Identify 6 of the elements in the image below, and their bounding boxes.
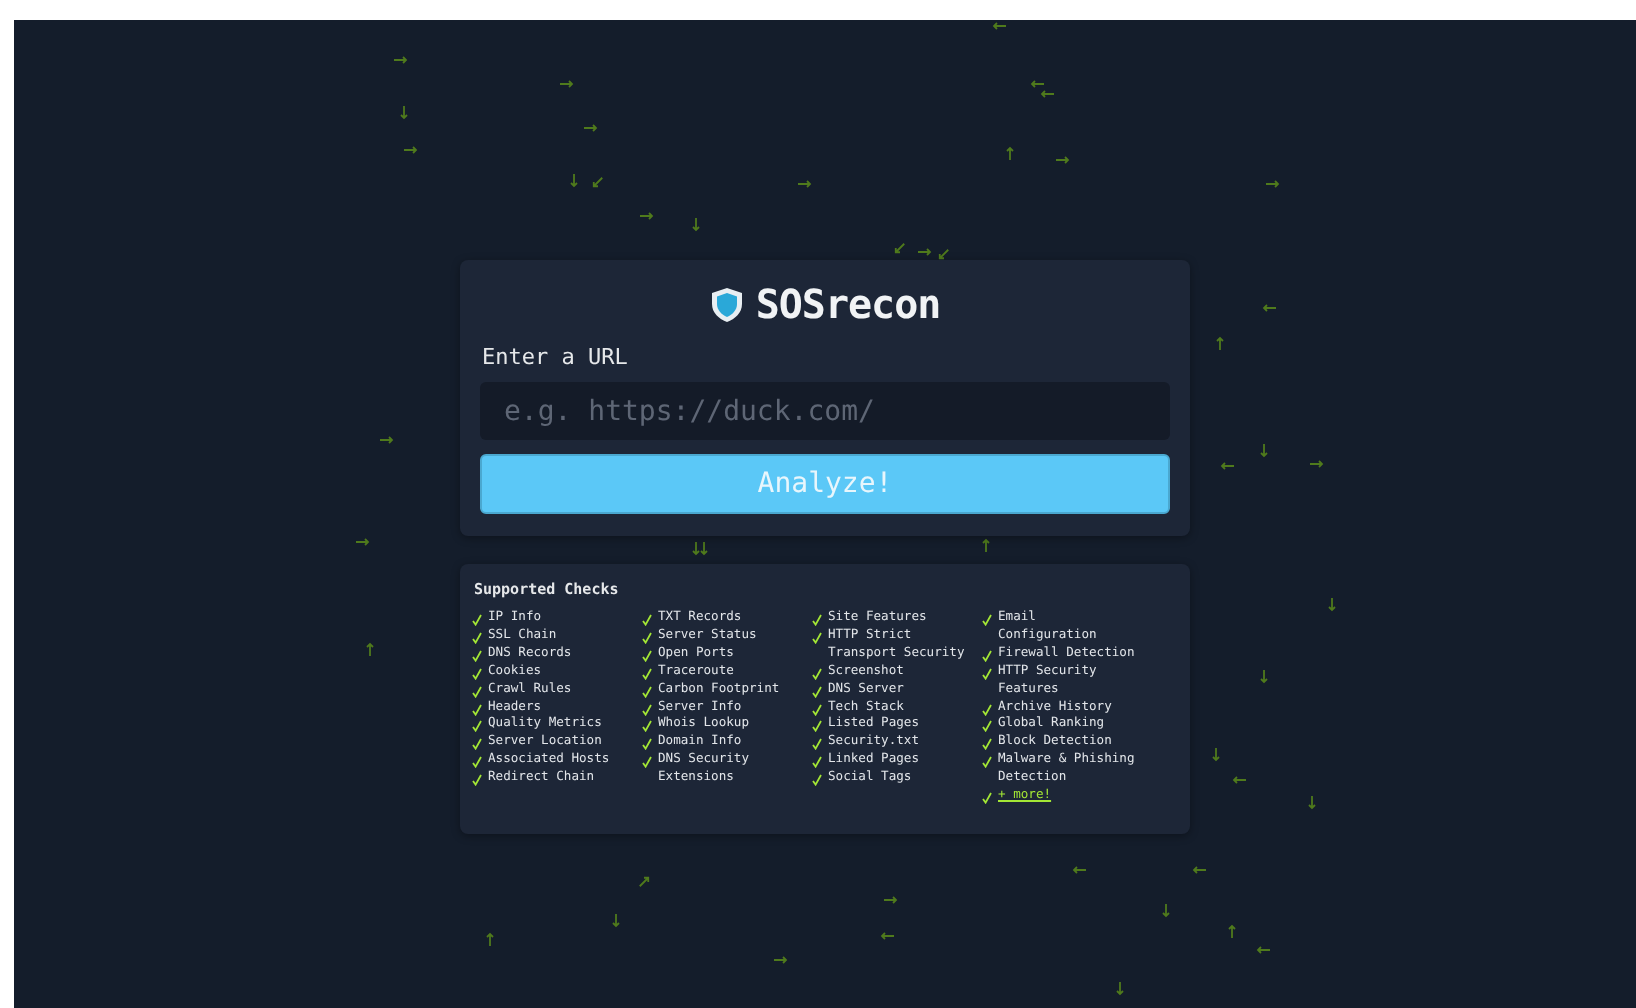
url-label: Enter a URL (482, 344, 630, 370)
check-icon (982, 614, 992, 626)
shield-icon (709, 285, 744, 323)
app-title: SOSrecon (755, 280, 941, 328)
check-icon (982, 792, 992, 805)
url-field[interactable]: e.g. https://duck.com/ (480, 382, 1170, 440)
